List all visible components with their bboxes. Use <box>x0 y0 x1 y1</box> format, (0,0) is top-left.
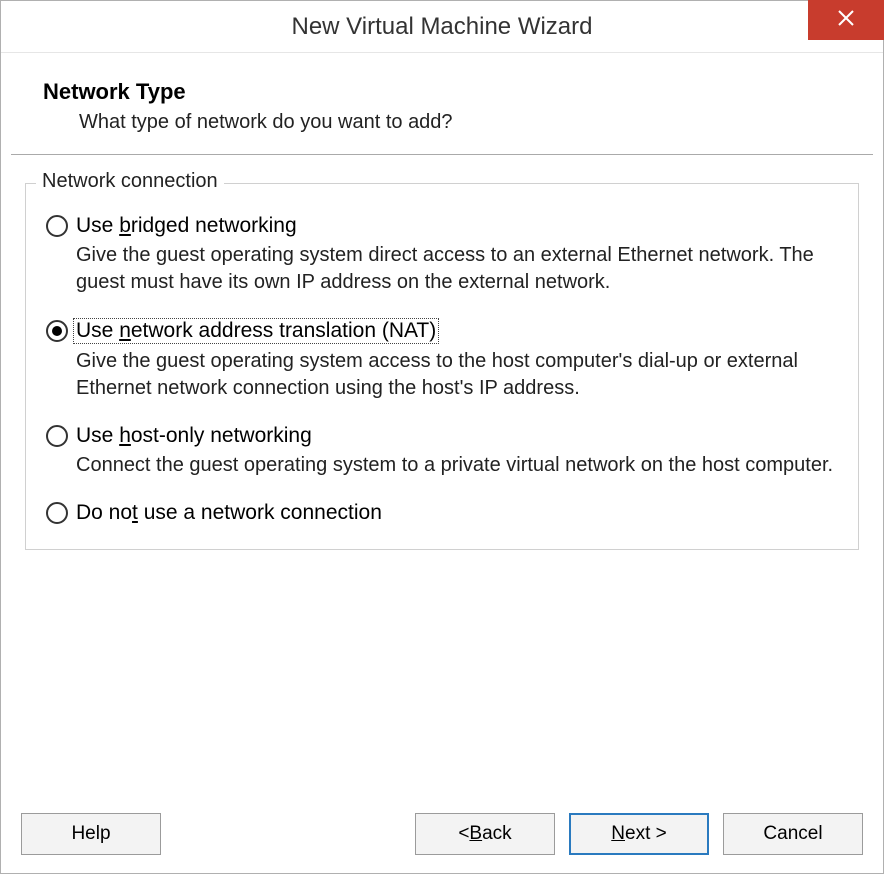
titlebar: New Virtual Machine Wizard <box>1 1 883 53</box>
radio-no-network[interactable] <box>46 502 68 524</box>
option-nat-description: Give the guest operating system access t… <box>76 348 838 402</box>
network-connection-group: Network connection Use bridged networkin… <box>25 183 859 550</box>
next-button[interactable]: Next > <box>569 813 709 855</box>
cancel-button[interactable]: Cancel <box>723 813 863 855</box>
close-icon <box>837 9 855 32</box>
back-button[interactable]: < Back <box>415 813 555 855</box>
radio-nat[interactable] <box>46 320 68 342</box>
option-host-only-description: Connect the guest operating system to a … <box>76 452 838 479</box>
page-heading: Network Type <box>43 79 853 105</box>
option-nat: Use network address translation (NAT) Gi… <box>46 318 838 402</box>
wizard-header: Network Type What type of network do you… <box>11 63 873 155</box>
option-host-only: Use host-only networking Connect the gue… <box>46 424 838 479</box>
close-button[interactable] <box>808 0 884 40</box>
option-bridged-description: Give the guest operating system direct a… <box>76 242 838 296</box>
radio-host-only[interactable] <box>46 425 68 447</box>
option-bridged: Use bridged networking Give the guest op… <box>46 214 838 296</box>
wizard-content: Network connection Use bridged networkin… <box>1 155 883 799</box>
group-legend: Network connection <box>36 170 224 193</box>
radio-bridged-label[interactable]: Use bridged networking <box>76 214 297 238</box>
option-no-network: Do not use a network connection <box>46 501 838 525</box>
wizard-window: New Virtual Machine Wizard Network Type … <box>0 0 884 874</box>
radio-host-only-label[interactable]: Use host-only networking <box>76 424 312 448</box>
radio-nat-label[interactable]: Use network address translation (NAT) <box>73 318 439 344</box>
page-subtitle: What type of network do you want to add? <box>79 111 853 134</box>
window-title: New Virtual Machine Wizard <box>292 13 593 41</box>
radio-bridged[interactable] <box>46 215 68 237</box>
radio-no-network-label[interactable]: Do not use a network connection <box>76 501 382 525</box>
button-bar: Help < Back Next > Cancel <box>1 799 883 873</box>
help-button[interactable]: Help <box>21 813 161 855</box>
